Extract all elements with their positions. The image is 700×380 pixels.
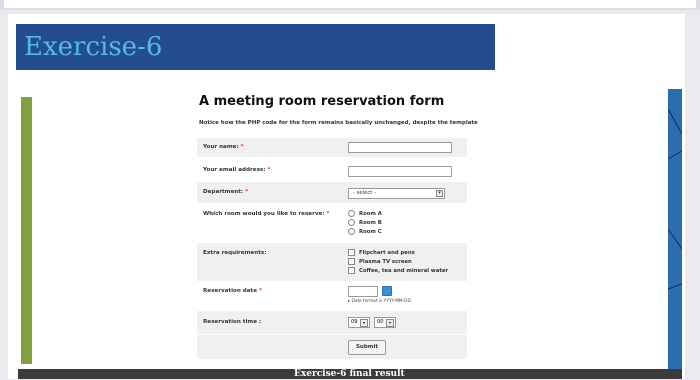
date-label: Reservation date * xyxy=(203,288,262,294)
date-row: Reservation date * ▸ Date format is YYYY… xyxy=(197,282,467,310)
minute-select[interactable]: 00 ▾ xyxy=(374,317,396,328)
form-note: Notice how the PHP code for the form rem… xyxy=(199,120,478,126)
flipchart-checkbox[interactable]: Flipchart and pens xyxy=(348,249,415,256)
department-row: Department: * - select - ▾ xyxy=(197,182,467,203)
hour-value: 09 xyxy=(351,319,358,325)
left-accent-bar xyxy=(21,97,32,364)
minute-value: 00 xyxy=(377,319,384,325)
form-title: A meeting room reservation form xyxy=(199,94,445,109)
date-hint: ▸ Date format is YYYY-MM-DD xyxy=(348,299,411,304)
checkbox-icon xyxy=(348,258,355,265)
checkbox-icon xyxy=(348,267,355,274)
email-label: Your email address: * xyxy=(203,167,271,173)
calendar-icon[interactable] xyxy=(382,286,392,296)
room-c-radio[interactable]: Room C xyxy=(348,228,382,235)
checkbox-icon xyxy=(348,249,355,256)
extras-row: Extra requirements: Flipchart and pens P… xyxy=(197,243,467,281)
coffee-checkbox[interactable]: Coffee, tea and mineral water xyxy=(348,267,448,274)
room-a-radio[interactable]: Room A xyxy=(348,210,382,217)
room-row: Which room would you like to reserve: * … xyxy=(197,204,467,242)
department-select[interactable]: - select - ▾ xyxy=(348,188,445,199)
footer-text: Exercise-6 final result xyxy=(294,369,405,379)
radio-icon xyxy=(348,228,355,235)
time-row: Reservation time : 09 ▾ 00 ▾ xyxy=(197,311,467,334)
email-row: Your email address: * xyxy=(197,160,467,181)
radio-icon xyxy=(348,210,355,217)
right-accent-lines xyxy=(668,108,682,290)
extras-label: Extra requirements: xyxy=(203,250,267,256)
department-select-value: - select - xyxy=(353,190,376,196)
chevron-down-icon: ▾ xyxy=(436,190,443,197)
footer-bar: Exercise-6 final result xyxy=(18,369,682,379)
top-strip xyxy=(0,0,700,10)
top-strip-inner xyxy=(4,0,696,8)
chevron-down-icon: ▾ xyxy=(360,319,368,327)
submit-button[interactable]: Submit xyxy=(348,340,386,355)
hour-select[interactable]: 09 ▾ xyxy=(348,317,370,328)
department-label: Department: * xyxy=(203,189,249,195)
slide-title: Exercise-6 xyxy=(24,32,163,62)
room-label: Which room would you like to reserve: * xyxy=(203,211,330,217)
plasma-tv-checkbox[interactable]: Plasma TV screen xyxy=(348,258,412,265)
submit-row: Submit xyxy=(197,335,467,359)
name-input[interactable] xyxy=(348,142,452,153)
title-banner: Exercise-6 xyxy=(16,24,495,70)
room-b-radio[interactable]: Room B xyxy=(348,219,382,226)
chevron-down-icon: ▾ xyxy=(386,319,394,327)
date-input[interactable] xyxy=(348,286,378,297)
right-accent-bar xyxy=(668,89,682,379)
name-row: Your name: * xyxy=(197,138,467,157)
email-input[interactable] xyxy=(348,166,452,177)
radio-icon xyxy=(348,219,355,226)
time-label: Reservation time : xyxy=(203,319,262,325)
name-label: Your name: * xyxy=(203,144,244,150)
